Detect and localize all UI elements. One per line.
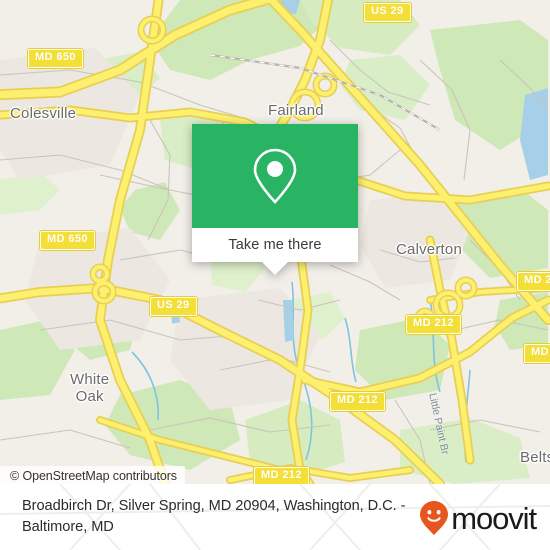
map-canvas[interactable]: Colesville Fairland Calverton White Oak …	[0, 0, 550, 484]
take-me-there-label: Take me there	[228, 237, 322, 253]
moovit-smiley-pin-icon	[420, 501, 449, 535]
popup-header	[192, 124, 358, 228]
moovit-wordmark: moovit	[451, 500, 537, 536]
highway-shield-md-650-upper: MD 650	[27, 48, 84, 69]
highway-shield-us-29-south: US 29	[149, 296, 198, 317]
popup-pointer	[262, 262, 288, 275]
highway-shield-md-212-east: MD 212	[405, 314, 462, 335]
highway-shield-md-clipped: MD	[523, 343, 550, 364]
highway-shield-us-29-north: US 29	[363, 2, 412, 23]
location-title: Broadbirch Dr, Silver Spring, MD 20904, …	[22, 498, 406, 535]
osm-attribution[interactable]: © OpenStreetMap contributors	[0, 466, 185, 484]
location-popup-card[interactable]: Take me there	[192, 124, 358, 275]
highway-shield-md-212-center: MD 212	[329, 391, 386, 412]
map-screenshot: Colesville Fairland Calverton White Oak …	[0, 0, 550, 550]
footer-bar: Broadbirch Dr, Silver Spring, MD 20904, …	[0, 484, 550, 550]
map-pin-icon	[253, 148, 297, 204]
highway-shield-md-21-clipped: MD 21	[515, 271, 550, 292]
highway-shield-md-212-bottom: MD 212	[253, 466, 310, 484]
moovit-logo[interactable]: moovit	[419, 500, 537, 536]
popup-footer[interactable]: Take me there	[192, 228, 358, 262]
highway-shield-md-650-lower: MD 650	[39, 230, 96, 251]
